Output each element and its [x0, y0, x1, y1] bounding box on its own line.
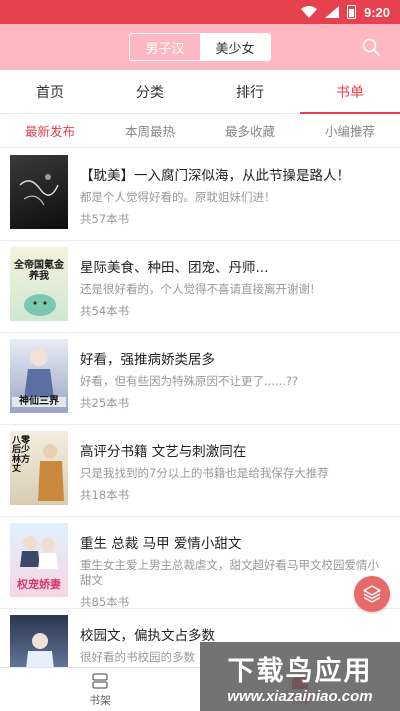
list-item[interactable]: 八零后少林方丈 高评分书籍 文艺与刺激同在 只是我找到的7分以上的书籍也是给我保…: [0, 425, 400, 517]
gender-toggle: 男子汉 美少女: [129, 33, 271, 61]
booklist-title: 高评分书籍 文艺与刺激同在: [80, 444, 247, 460]
book-cover: 神仙三界: [10, 339, 68, 413]
list-item[interactable]: 神仙三界 好看，强推病娇类居多 好看，但有些因为特殊原因不让更了......??…: [0, 333, 400, 425]
booklist-list: 【耽美】一入腐门深似海，从此节操是路人！ 都是个人觉得好看的。原耽姐妹们进！ 共…: [0, 149, 400, 711]
booklist-desc: 都是个人觉得好看的。原耽姐妹们进！: [80, 190, 276, 204]
layers-fab-button[interactable]: [354, 576, 390, 612]
book-cover: [10, 155, 68, 229]
booklist-count: 共54本书: [80, 304, 130, 318]
gender-male-button[interactable]: 男子汉: [130, 34, 200, 60]
cover-title: 神仙三界: [12, 396, 66, 407]
subtab-latest[interactable]: 最新发布: [0, 114, 100, 147]
header-bar: 男子汉 美少女: [0, 24, 400, 70]
wifi-icon: [300, 6, 317, 18]
booklist-desc: 重生女主爱上男主总裁虐文，甜文超好看马甲文校园爱情小甜文: [80, 558, 379, 587]
watermark-title: 下载鸟应用: [227, 655, 373, 687]
tab-home[interactable]: 首页: [0, 70, 100, 113]
subtab-weekly-hot[interactable]: 本周最热: [100, 114, 200, 147]
status-bar: 9:20: [0, 0, 400, 24]
booklist-count: 共18本书: [80, 488, 130, 502]
nav-bookshelf[interactable]: 书架: [0, 668, 200, 711]
booklist-desc: 只是我找到的7分以上的书籍也是给我保存大推荐: [80, 466, 329, 480]
list-item[interactable]: 【耽美】一入腐门深似海，从此节操是路人！ 都是个人觉得好看的。原耽姐妹们进！ 共…: [0, 149, 400, 241]
tab-category[interactable]: 分类: [100, 70, 200, 113]
watermark-url: www.xiazainiao.com: [227, 687, 373, 705]
booklist-title: 【耽美】一入腐门深似海，从此节操是路人！: [80, 168, 350, 184]
booklist-title: 星际美食、种田、团宠、丹师...: [80, 260, 269, 276]
booklist-count: 共57本书: [80, 212, 130, 226]
booklist-desc: 好看，但有些因为特殊原因不让更了......??: [80, 374, 299, 388]
subtab-most-favorited[interactable]: 最多收藏: [200, 114, 300, 147]
booklist-count: 共25本书: [80, 396, 130, 410]
tab-ranking[interactable]: 排行: [200, 70, 300, 113]
cover-title: 权宠娇妻: [17, 578, 61, 592]
book-cover: 八零后少林方丈: [10, 431, 68, 505]
list-item[interactable]: 全帝国氪金养我 星际美食、种田、团宠、丹师... 还是很好看的，个人觉得不喜请直…: [0, 241, 400, 333]
bookshelf-icon: [92, 672, 108, 689]
booklist-count: 共85本书: [80, 595, 130, 608]
book-cover: 权宠娇妻: [10, 523, 68, 597]
sub-tabs: 最新发布 本周最热 最多收藏 小编推荐: [0, 114, 400, 148]
search-icon[interactable]: [362, 38, 380, 56]
main-tabs: 首页 分类 排行 书单: [0, 70, 400, 114]
cover-art-icon: [19, 174, 59, 206]
gender-female-button[interactable]: 美少女: [200, 34, 270, 60]
cover-art-icon: [38, 444, 64, 501]
list-item[interactable]: 权宠娇妻 重生 总裁 马甲 爱情小甜文 重生女主爱上男主总裁虐文，甜文超好看马甲…: [0, 517, 400, 609]
signal-icon: [324, 6, 339, 18]
booklist-title: 校园文，偏执文占多数: [80, 628, 215, 644]
nav-bookshelf-label: 书架: [89, 693, 111, 707]
watermark: 下载鸟应用 www.xiazainiao.com: [200, 642, 400, 711]
book-cover: 全帝国氪金养我: [10, 247, 68, 321]
status-time: 9:20: [363, 4, 390, 20]
booklist-title: 好看，强推病娇类居多: [80, 352, 215, 368]
battery-icon: [346, 5, 356, 19]
subtab-editor-picks[interactable]: 小编推荐: [300, 114, 400, 147]
cover-art-icon: [24, 294, 56, 316]
tab-booklist[interactable]: 书单: [300, 70, 400, 114]
layers-icon: [363, 585, 381, 603]
booklist-desc: 还是很好看的，个人觉得不喜请直接离开谢谢!: [80, 282, 315, 296]
booklist-title: 重生 总裁 马甲 爱情小甜文: [80, 536, 242, 552]
